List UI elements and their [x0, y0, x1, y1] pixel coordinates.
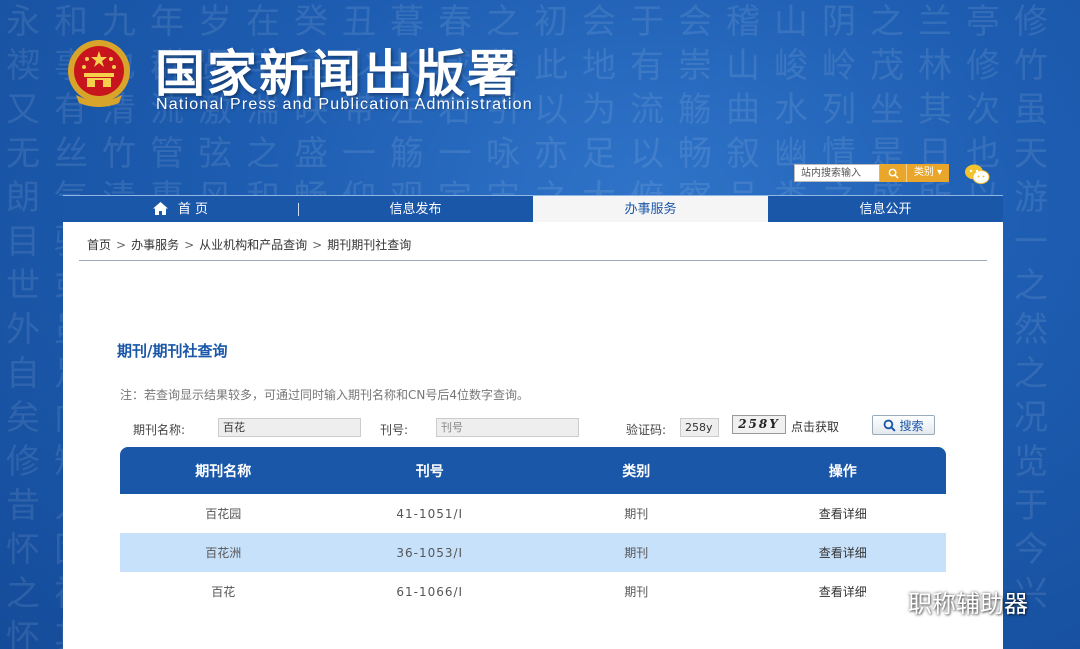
table-row: 百花园 41-1051/I 期刊 查看详细 [120, 494, 946, 533]
breadcrumb-separator: > [116, 238, 127, 252]
view-details-link[interactable]: 查看详细 [740, 494, 947, 533]
national-emblem-icon[interactable] [64, 37, 134, 109]
nav-home-label: 首 页 [177, 202, 209, 217]
search-button[interactable]: 搜索 [872, 415, 935, 435]
journal-name-cell: 百花园 [205, 507, 242, 521]
journal-name-input[interactable]: 百花 [218, 418, 361, 437]
type-cell: 期刊 [624, 585, 649, 599]
search-icon [888, 168, 899, 179]
site-search-button[interactable] [880, 164, 906, 182]
nav-info-disclosure[interactable]: 信息公开 [768, 196, 1003, 223]
captcha-refresh-link[interactable]: 点击获取 [791, 418, 839, 435]
search-button-label: 搜索 [899, 418, 924, 433]
journal-name-cell: 百花 [211, 585, 236, 599]
cn-label: 刊号: [380, 423, 409, 437]
breadcrumb-org-query[interactable]: 从业机构和产品查询 [199, 238, 307, 252]
breadcrumb-current: 期刊期刊社查询 [327, 238, 412, 252]
page-title: 期刊/期刊社查询 [117, 342, 228, 360]
column-header: 刊号 [415, 463, 444, 480]
view-details-link[interactable]: 查看详细 [740, 533, 947, 572]
journal-name-cell: 百花洲 [205, 546, 242, 560]
column-header: 类别 [622, 463, 651, 480]
watermark: 职称辅助器 [862, 584, 1028, 619]
home-icon [152, 202, 168, 215]
type-cell: 期刊 [624, 546, 649, 560]
watermark-text: 职称辅助器 [908, 590, 1028, 618]
type-cell: 期刊 [624, 507, 649, 521]
table-row: 百花 61-1066/I 期刊 查看详细 [120, 572, 946, 611]
cn-cell: 61-1066/I [396, 584, 464, 599]
category-dropdown[interactable]: 类别 ▾ [906, 164, 949, 182]
breadcrumb: 首页 > 办事服务 > 从业机构和产品查询 > 期刊期刊社查询 [87, 236, 411, 253]
search-icon [884, 419, 897, 432]
cn-cell: 41-1051/I [396, 506, 464, 521]
results-table: 期刊名称 刊号 类别 操作 百花园 41-1051/I 期刊 查看详细 百花洲 … [120, 447, 946, 611]
breadcrumb-home[interactable]: 首页 [87, 238, 111, 252]
breadcrumb-services[interactable]: 办事服务 [131, 238, 179, 252]
breadcrumb-separator: > [312, 238, 323, 252]
cn-input[interactable]: 刊号 [436, 418, 579, 437]
wechat-logo-icon [863, 587, 900, 615]
nav-home[interactable]: 首 页 [63, 196, 298, 223]
breadcrumb-separator: > [184, 238, 195, 252]
captcha-image[interactable]: 258Y [732, 415, 786, 434]
column-header: 期刊名称 [195, 463, 252, 480]
site-search-input[interactable]: 站内搜索输入 [794, 164, 880, 182]
captcha-label: 验证码: [626, 423, 667, 437]
column-header: 操作 [828, 463, 857, 480]
table-header: 期刊名称 刊号 类别 操作 [120, 447, 946, 494]
query-note: 注：若查询显示结果较多，可通过同时输入期刊名称和CN号后4位数字查询。 [120, 388, 529, 402]
wechat-icon[interactable] [964, 163, 990, 185]
nav-services[interactable]: 办事服务 [533, 196, 768, 223]
breadcrumb-divider [79, 260, 987, 261]
journal-name-label: 期刊名称: [133, 423, 186, 437]
nav-info-release[interactable]: 信息发布 [298, 196, 533, 223]
site-subtitle: National Press and Publication Administr… [156, 96, 533, 113]
site-header: 国家新闻出版署 National Press and Publication A… [0, 0, 1080, 195]
captcha-input[interactable]: 258y [680, 418, 719, 437]
cn-cell: 36-1053/I [396, 545, 464, 560]
main-nav: 首 页 信息发布 办事服务 信息公开 [63, 195, 1003, 223]
table-row: 百花洲 36-1053/I 期刊 查看详细 [120, 533, 946, 572]
